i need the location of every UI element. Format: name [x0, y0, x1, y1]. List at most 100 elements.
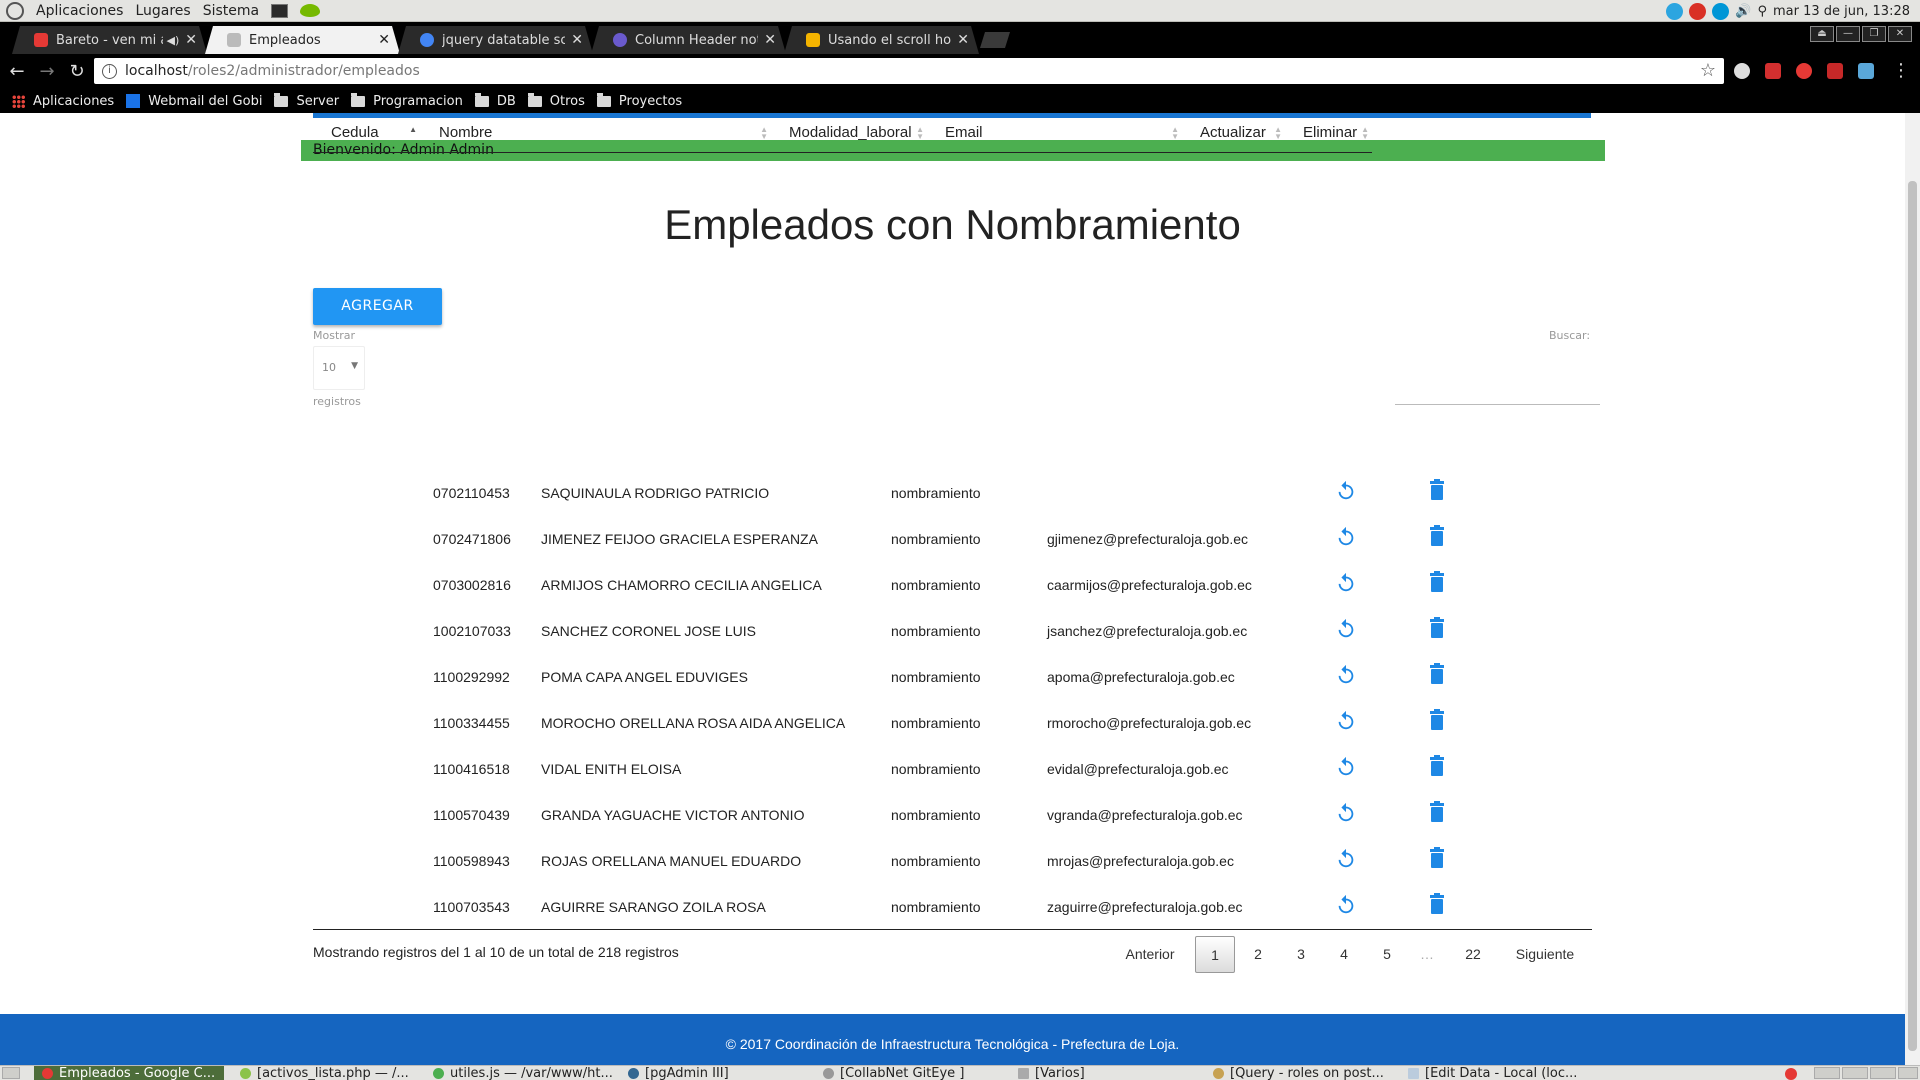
delete-icon[interactable] — [1429, 571, 1445, 593]
delete-icon[interactable] — [1429, 847, 1445, 869]
hp-icon[interactable] — [1712, 2, 1730, 20]
network-icon[interactable]: ⚲ — [1757, 4, 1767, 19]
distro-logo-icon[interactable] — [6, 1, 24, 20]
taskbar-item-activos[interactable]: [activos_lista.php — /... — [232, 1066, 412, 1080]
update-icon[interactable] — [1335, 572, 1357, 594]
bookmark-proyectos[interactable]: Proyectos — [596, 92, 682, 109]
extension-dots-icon[interactable] — [1827, 63, 1843, 79]
pagination-page-3[interactable]: 3 — [1281, 936, 1321, 973]
show-desktop-icon[interactable] — [2, 1067, 20, 1079]
telegram-icon[interactable] — [1666, 2, 1684, 20]
close-icon[interactable]: ✕ — [764, 32, 776, 48]
clock[interactable]: mar 13 de jun, 13:28 — [1773, 4, 1910, 19]
update-icon[interactable] — [1335, 710, 1357, 732]
taskbar-item-utiles[interactable]: utiles.js — /var/www/ht... — [425, 1066, 615, 1080]
extension-blue-icon[interactable] — [1858, 63, 1874, 79]
pagination-page-1[interactable]: 1 — [1195, 936, 1235, 973]
delete-icon[interactable] — [1429, 617, 1445, 639]
menu-lugares[interactable]: Lugares — [135, 3, 190, 19]
update-icon[interactable] — [1335, 756, 1357, 778]
taskbar-item-varios[interactable]: [Varios] — [1010, 1066, 1200, 1080]
delete-icon[interactable] — [1429, 525, 1445, 547]
pagination-page-5[interactable]: 5 — [1367, 936, 1407, 973]
update-icon[interactable] — [1335, 848, 1357, 870]
workspace-1[interactable] — [1814, 1067, 1840, 1079]
bookmark-webmail[interactable]: Webmail del Gobi — [126, 94, 262, 109]
forward-icon[interactable]: → — [34, 61, 60, 82]
close-window-icon[interactable]: ✕ — [1888, 26, 1912, 42]
col-header-email[interactable]: Email ▲ ▼ — [927, 113, 1182, 153]
extension-circle-icon[interactable] — [1734, 63, 1750, 79]
taskbar-item-query[interactable]: [Query - roles on post... — [1205, 1066, 1395, 1080]
extension-red-icon[interactable] — [1796, 63, 1812, 79]
scrollbar-thumb[interactable] — [1908, 181, 1917, 1051]
menu-aplicaciones[interactable]: Aplicaciones — [36, 3, 123, 19]
search-input[interactable] — [1395, 404, 1600, 405]
close-icon[interactable]: ✕ — [571, 32, 583, 48]
chrome-tray-icon[interactable] — [1785, 1068, 1797, 1080]
address-bar[interactable]: i localhost/roles2/administrador/emplead… — [94, 58, 1724, 84]
new-tab-button[interactable] — [980, 32, 1010, 48]
col-header-actualizar[interactable]: Actualizar ▲ ▼ — [1182, 113, 1285, 153]
profile-icon[interactable]: ⏏ — [1810, 26, 1834, 42]
col-header-cedula[interactable]: Cedula ▲ — [313, 113, 420, 153]
page-scrollbar[interactable] — [1905, 113, 1920, 1065]
delete-icon[interactable] — [1429, 755, 1445, 777]
workspace-2[interactable] — [1842, 1067, 1868, 1079]
tab-bareto[interactable]: Bareto - ven mi amor ◀) ✕ — [12, 26, 207, 54]
taskbar-item-pgadmin[interactable]: [pgAdmin III] — [620, 1066, 810, 1080]
terminal-icon[interactable] — [271, 3, 289, 18]
pagination-next[interactable]: Siguiente — [1505, 936, 1585, 973]
taskbar-item-giteye[interactable]: [CollabNet GitEye ] — [815, 1066, 1005, 1080]
update-icon[interactable] — [1335, 526, 1357, 548]
pagination-prev[interactable]: Anterior — [1110, 936, 1190, 973]
add-button[interactable]: AGREGAR — [313, 288, 442, 325]
tab-jquery[interactable]: jquery datatable scroll ✕ — [398, 26, 593, 54]
update-icon[interactable] — [1335, 664, 1357, 686]
bookmark-programacion[interactable]: Programacion — [351, 92, 463, 109]
back-icon[interactable]: ← — [4, 61, 30, 82]
bookmark-server[interactable]: Server — [274, 92, 339, 109]
pagination-page-22[interactable]: 22 — [1453, 936, 1493, 973]
close-icon[interactable]: ✕ — [185, 32, 197, 48]
delete-icon[interactable] — [1429, 663, 1445, 685]
close-icon[interactable]: ✕ — [957, 32, 969, 48]
gmail-icon[interactable] — [1689, 2, 1707, 20]
delete-icon[interactable] — [1429, 479, 1445, 501]
col-header-eliminar[interactable]: Eliminar ▲ ▼ — [1285, 113, 1372, 153]
update-icon[interactable] — [1335, 894, 1357, 916]
col-header-nombre[interactable]: Nombre ▲ ▼ — [421, 113, 771, 153]
taskbar-item-empleados[interactable]: Empleados - Google C... — [34, 1066, 224, 1080]
restore-icon[interactable]: ❐ — [1862, 26, 1886, 42]
minimize-icon[interactable]: — — [1836, 26, 1860, 42]
close-icon[interactable]: ✕ — [378, 32, 390, 48]
workspace-3[interactable] — [1870, 1067, 1896, 1079]
delete-icon[interactable] — [1429, 893, 1445, 915]
nvidia-icon[interactable] — [300, 4, 321, 17]
adblock-icon[interactable] — [1765, 63, 1781, 79]
delete-icon[interactable] — [1429, 801, 1445, 823]
col-header-modalidad[interactable]: Modalidad_laboral ▲ ▼ — [771, 113, 927, 153]
bookmark-star-icon[interactable]: ☆ — [1700, 60, 1716, 81]
reload-icon[interactable]: ↻ — [64, 61, 90, 82]
tab-column-header[interactable]: Column Header not ✕ — [591, 26, 786, 54]
delete-icon[interactable] — [1429, 709, 1445, 731]
workspace-4[interactable] — [1898, 1067, 1918, 1079]
update-icon[interactable] — [1335, 480, 1357, 502]
bookmark-aplicaciones[interactable]: Aplicaciones — [12, 94, 114, 109]
update-icon[interactable] — [1335, 618, 1357, 640]
tab-empleados[interactable]: Empleados ✕ — [205, 26, 400, 54]
speaker-icon[interactable]: ◀) — [167, 34, 180, 47]
bookmark-db[interactable]: DB — [474, 92, 516, 109]
chrome-menu-icon[interactable]: ⋮ — [1892, 60, 1910, 81]
taskbar-item-editdata[interactable]: [Edit Data - Local (loc... — [1400, 1066, 1590, 1080]
info-icon[interactable]: i — [102, 63, 117, 79]
bookmark-otros[interactable]: Otros — [527, 92, 585, 109]
update-icon[interactable] — [1335, 802, 1357, 824]
volume-icon[interactable]: 🔊 — [1735, 4, 1751, 19]
pagination-page-2[interactable]: 2 — [1238, 936, 1278, 973]
tab-scroll[interactable]: Usando el scroll hori ✕ — [784, 26, 979, 54]
pagination-page-4[interactable]: 4 — [1324, 936, 1364, 973]
menu-sistema[interactable]: Sistema — [203, 3, 259, 19]
page-size-select[interactable]: 10 ▼ — [313, 346, 365, 390]
